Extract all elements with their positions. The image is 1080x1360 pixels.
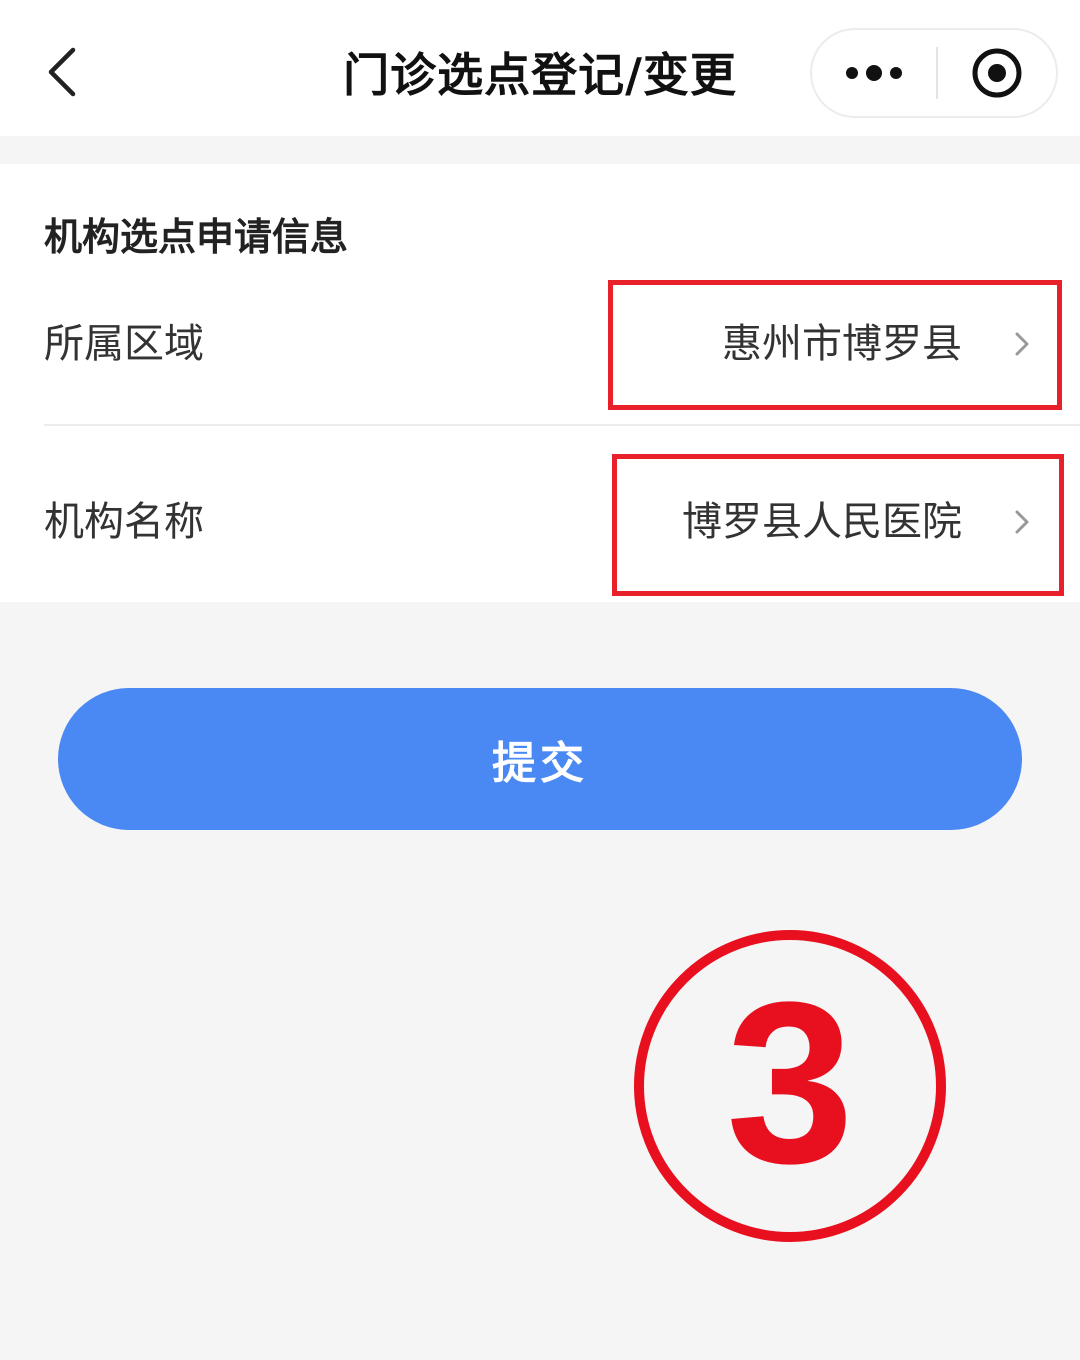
- step-number: 3: [726, 954, 854, 1211]
- close-mini-program-button[interactable]: [938, 30, 1056, 116]
- mini-program-capsule: [810, 28, 1058, 118]
- row-divider: [44, 424, 1080, 426]
- target-circle-icon: [972, 48, 1022, 98]
- section-title: 机构选点申请信息: [44, 215, 349, 259]
- step-marker: 3: [634, 930, 946, 1242]
- region-highlight-box: [608, 280, 1062, 410]
- region-label: 所属区域: [44, 321, 204, 367]
- institution-highlight-box: [612, 454, 1064, 596]
- submit-button[interactable]: 提交: [58, 688, 1022, 830]
- app-screen: 门诊选点登记/变更 机构选点申请信息 所属区域 惠州市博罗县 机构名称 博罗县人…: [0, 0, 1080, 1360]
- nav-bar: 门诊选点登记/变更: [0, 0, 1080, 136]
- application-form: 机构选点申请信息 所属区域 惠州市博罗县 机构名称 博罗县人民医院: [0, 164, 1080, 602]
- institution-label: 机构名称: [44, 499, 204, 545]
- more-button[interactable]: [812, 30, 936, 116]
- more-dots-icon: [846, 65, 902, 81]
